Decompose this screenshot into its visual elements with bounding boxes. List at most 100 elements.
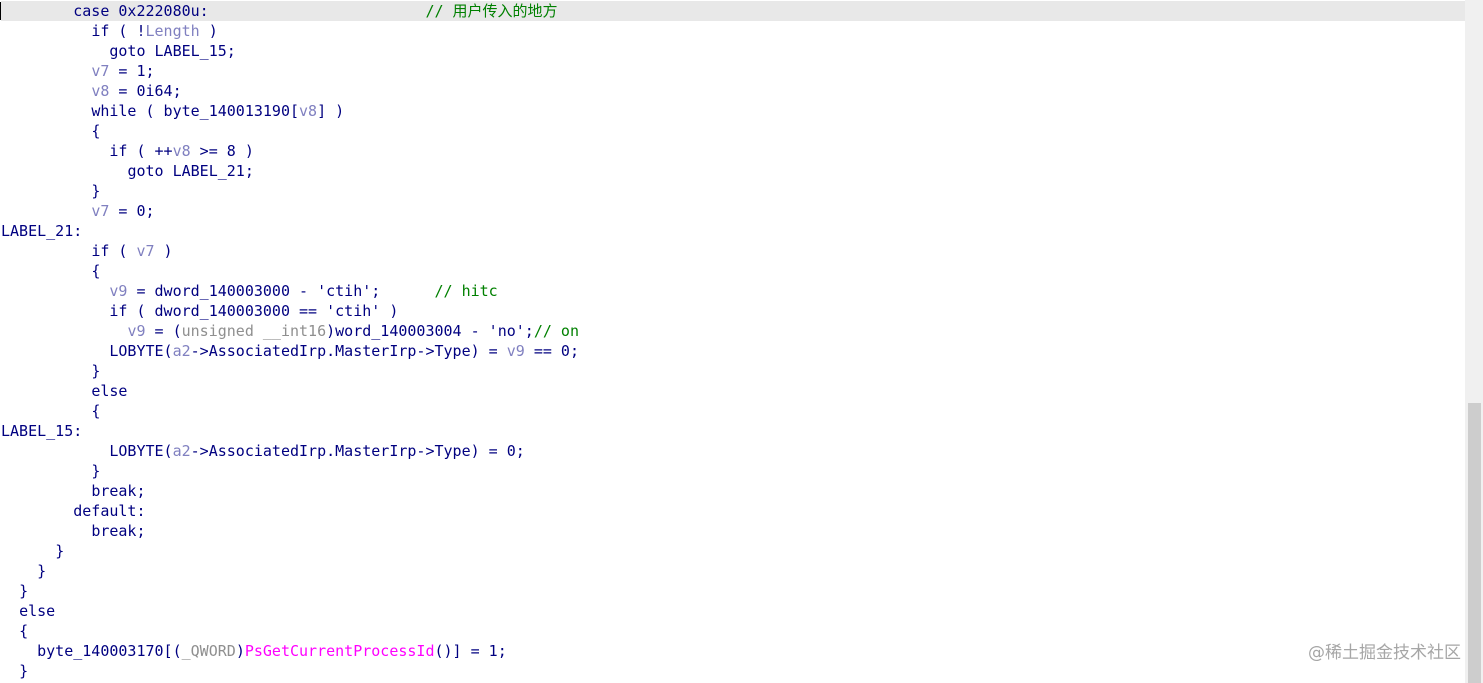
code-token: if ( ! — [91, 22, 146, 40]
code-token: } — [91, 462, 101, 480]
code-token: } — [37, 562, 47, 580]
code-line[interactable]: } — [1, 581, 1461, 601]
code-line[interactable]: break; — [1, 481, 1461, 501]
code-line[interactable]: v9 = dword_140003000 - 'ctih'; // hitc — [1, 281, 1461, 301]
code-token: goto LABEL_15; — [109, 42, 236, 60]
code-line[interactable]: while ( byte_140013190[v8] ) — [1, 101, 1461, 121]
code-line[interactable]: default: — [1, 501, 1461, 521]
code-line[interactable]: { — [1, 401, 1461, 421]
code-token: { — [91, 402, 101, 420]
code-token: ] ) — [317, 102, 345, 120]
code-token: } — [91, 362, 101, 380]
code-token: { — [19, 622, 29, 640]
code-token: LABEL_15: — [1, 422, 83, 440]
code-line[interactable]: if ( !Length ) — [1, 21, 1461, 41]
code-line[interactable]: } — [1, 181, 1461, 201]
code-token: ()] = 1; — [434, 642, 507, 660]
type-token: unsigned __int16 — [181, 322, 327, 340]
variable-token: v7 — [91, 62, 110, 80]
code-token: break; — [91, 522, 146, 540]
code-token: ) — [199, 22, 218, 40]
code-token: goto LABEL_21; — [127, 162, 254, 180]
code-line[interactable]: LABEL_21: — [1, 221, 1461, 241]
pseudocode-editor[interactable]: case 0x222080u: // 用户传入的地方 if ( !Length … — [0, 0, 1465, 683]
code-line[interactable]: LOBYTE(a2->AssociatedIrp.MasterIrp->Type… — [1, 341, 1461, 361]
code-line[interactable]: byte_140003170[(_QWORD)PsGetCurrentProce… — [1, 641, 1461, 661]
code-line[interactable]: if ( v7 ) — [1, 241, 1461, 261]
code-line[interactable]: v9 = (unsigned __int16)word_140003004 - … — [1, 321, 1461, 341]
variable-token: v9 — [109, 282, 128, 300]
code-line[interactable]: v8 = 0i64; — [1, 81, 1461, 101]
code-line[interactable]: break; — [1, 521, 1461, 541]
code-line[interactable]: { — [1, 261, 1461, 281]
code-line[interactable]: } — [1, 541, 1461, 561]
variable-token: a2 — [172, 442, 191, 460]
code-token: byte_140003170[( — [37, 642, 182, 660]
code-line[interactable]: } — [1, 361, 1461, 381]
code-token: ->AssociatedIrp.MasterIrp->Type) = — [190, 342, 507, 360]
variable-token: v9 — [127, 322, 146, 340]
variable-token: v8 — [299, 102, 318, 120]
code-line[interactable]: v7 = 1; — [1, 61, 1461, 81]
variable-token: a2 — [172, 342, 191, 360]
code-line[interactable]: LOBYTE(a2->AssociatedIrp.MasterIrp->Type… — [1, 441, 1461, 461]
scrollbar-thumb[interactable] — [1468, 403, 1481, 683]
code-line[interactable]: } — [1, 461, 1461, 481]
code-token: )word_140003004 - 'no'; — [326, 322, 534, 340]
code-token: = ( — [145, 322, 182, 340]
code-line[interactable]: goto LABEL_15; — [1, 41, 1461, 61]
code-line[interactable]: v7 = 0; — [1, 201, 1461, 221]
code-line[interactable]: if ( ++v8 >= 8 ) — [1, 141, 1461, 161]
code-token: LOBYTE( — [109, 442, 173, 460]
code-line[interactable]: } — [1, 561, 1461, 581]
code-token: == 0; — [524, 342, 579, 360]
variable-token: v8 — [91, 82, 110, 100]
code-lines[interactable]: case 0x222080u: // 用户传入的地方 if ( !Length … — [1, 1, 1465, 681]
code-token: case 0x222080u: — [73, 2, 209, 20]
type-token: _QWORD — [181, 642, 236, 660]
code-line[interactable]: if ( dword_140003000 == 'ctih' ) — [1, 301, 1461, 321]
code-line[interactable]: { — [1, 621, 1461, 641]
code-line[interactable]: } — [1, 661, 1461, 681]
code-token: LABEL_21: — [1, 222, 83, 240]
code-line[interactable]: { — [1, 121, 1461, 141]
code-token: default: — [73, 502, 146, 520]
code-token: { — [91, 262, 101, 280]
vertical-scrollbar[interactable] — [1465, 0, 1483, 683]
variable-token: v8 — [172, 142, 191, 160]
current-code-line[interactable]: case 0x222080u: // 用户传入的地方 — [1, 1, 1465, 21]
code-line[interactable]: else — [1, 601, 1461, 621]
code-token: >= 8 ) — [190, 142, 254, 160]
code-line[interactable]: LABEL_15: — [1, 421, 1461, 441]
code-line[interactable]: else — [1, 381, 1461, 401]
code-token: else — [91, 382, 128, 400]
code-token: ->AssociatedIrp.MasterIrp->Type) = 0; — [190, 442, 525, 460]
code-token: ) — [154, 242, 173, 260]
code-token: } — [19, 582, 29, 600]
code-token: ) — [235, 642, 245, 660]
code-line[interactable]: goto LABEL_21; — [1, 161, 1461, 181]
code-token: LOBYTE( — [109, 342, 173, 360]
code-token: } — [19, 662, 29, 680]
variable-token: v7 — [91, 202, 110, 220]
comment-token: // 用户传入的地方 — [425, 2, 558, 20]
